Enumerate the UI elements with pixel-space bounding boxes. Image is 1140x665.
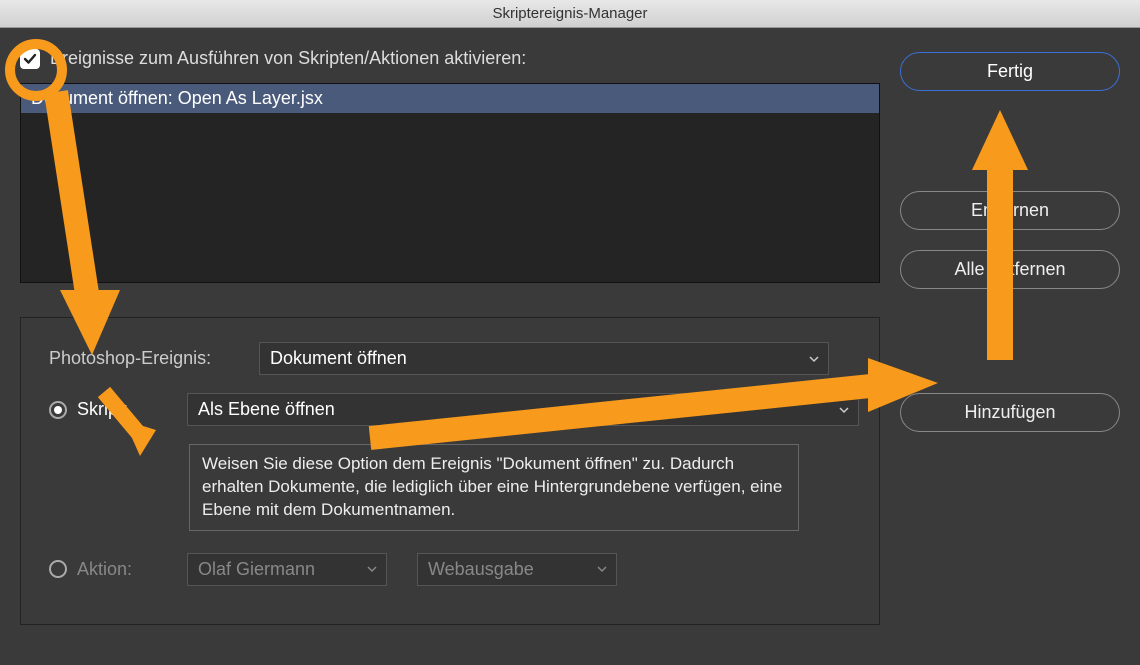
add-button[interactable]: Hinzufügen (900, 393, 1120, 432)
script-value: Als Ebene öffnen (198, 399, 335, 419)
script-dropdown[interactable]: Als Ebene öffnen (187, 393, 859, 426)
photoshop-event-dropdown[interactable]: Dokument öffnen (259, 342, 829, 375)
events-list-item[interactable]: Dokument öffnen: Open As Layer.jsx (21, 84, 879, 113)
action-radio[interactable] (49, 560, 67, 578)
photoshop-event-value: Dokument öffnen (270, 348, 407, 368)
script-description: Weisen Sie diese Option dem Ereignis "Do… (189, 444, 799, 531)
event-config-panel: Photoshop-Ereignis: Dokument öffnen Skri… (20, 317, 880, 625)
chevron-down-icon (596, 563, 608, 575)
action-set-dropdown[interactable]: Olaf Giermann (187, 553, 387, 586)
window-title: Skriptereignis-Manager (0, 0, 1140, 28)
done-button[interactable]: Fertig (900, 52, 1120, 91)
action-set-value: Olaf Giermann (198, 559, 315, 579)
events-list[interactable]: Dokument öffnen: Open As Layer.jsx (20, 83, 880, 283)
action-value: Webausgabe (428, 559, 534, 579)
action-dropdown[interactable]: Webausgabe (417, 553, 617, 586)
remove-all-button[interactable]: Alle entfernen (900, 250, 1120, 289)
remove-button[interactable]: Entfernen (900, 191, 1120, 230)
enable-events-label: Ereignisse zum Ausführen von Skripten/Ak… (50, 48, 526, 69)
enable-events-checkbox[interactable] (20, 49, 40, 69)
chevron-down-icon (366, 563, 378, 575)
chevron-down-icon (808, 353, 820, 365)
action-label: Aktion: (77, 559, 177, 580)
check-icon (22, 51, 38, 67)
script-radio[interactable] (49, 401, 67, 419)
script-label: Skript: (77, 399, 177, 420)
photoshop-event-label: Photoshop-Ereignis: (49, 348, 249, 369)
chevron-down-icon (838, 404, 850, 416)
